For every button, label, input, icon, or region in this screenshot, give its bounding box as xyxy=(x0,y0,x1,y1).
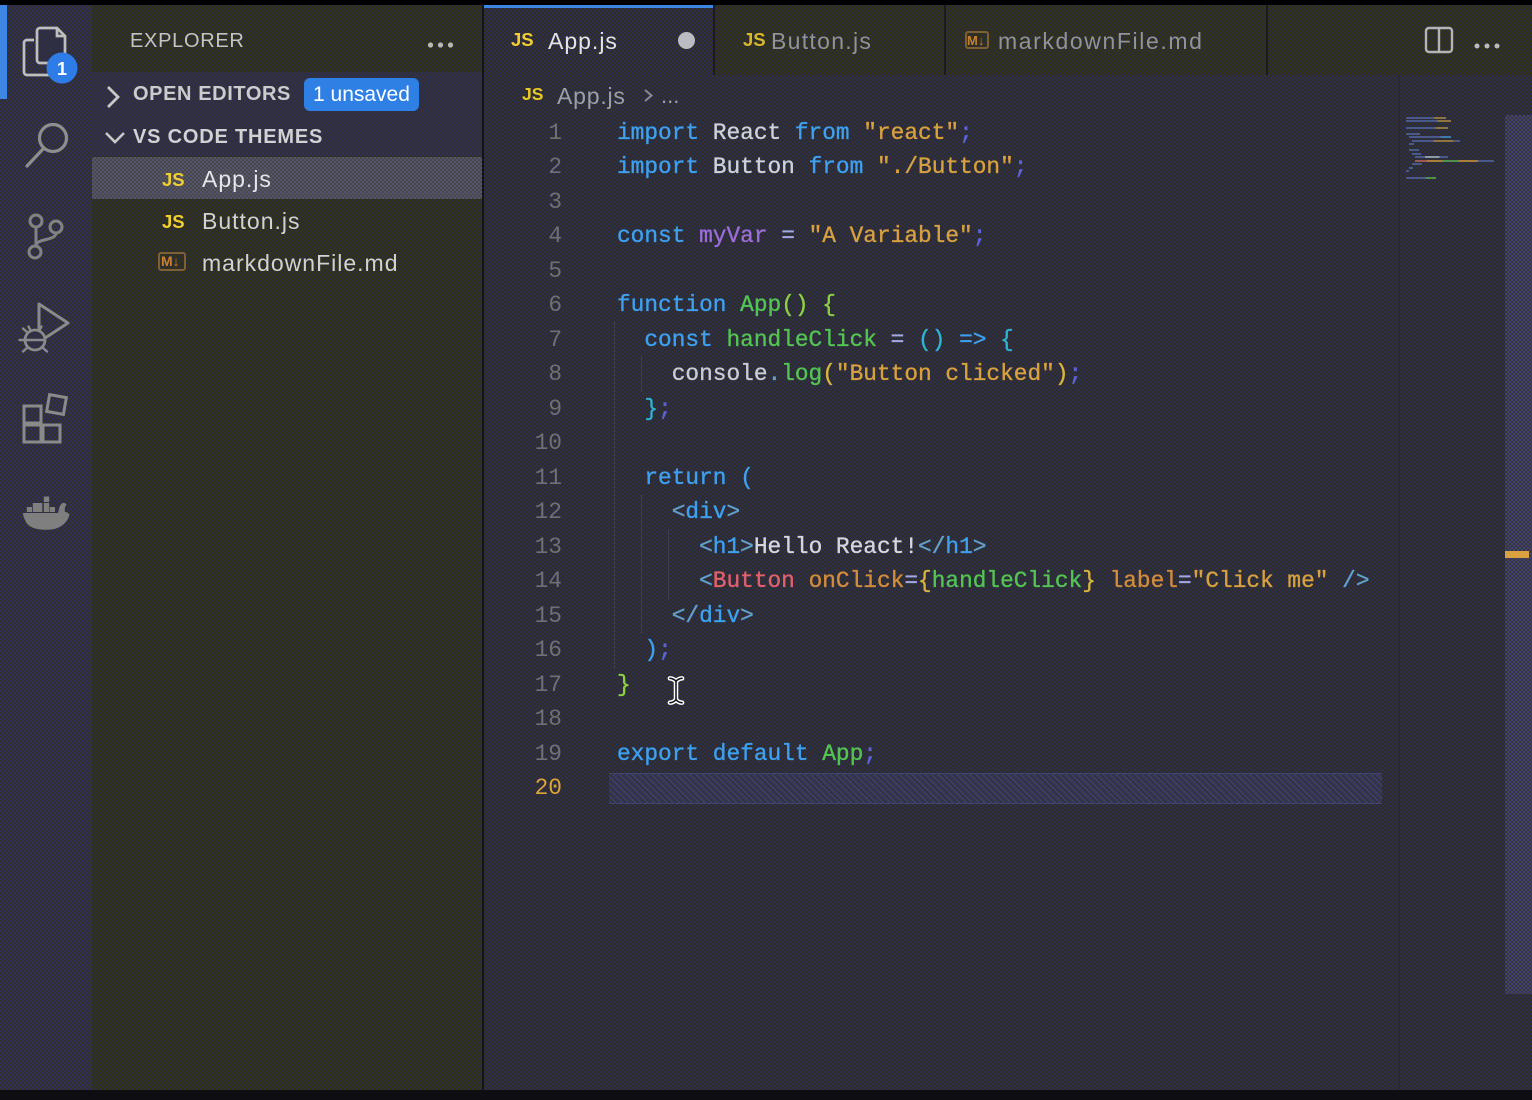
svg-text:1: 1 xyxy=(57,59,67,79)
